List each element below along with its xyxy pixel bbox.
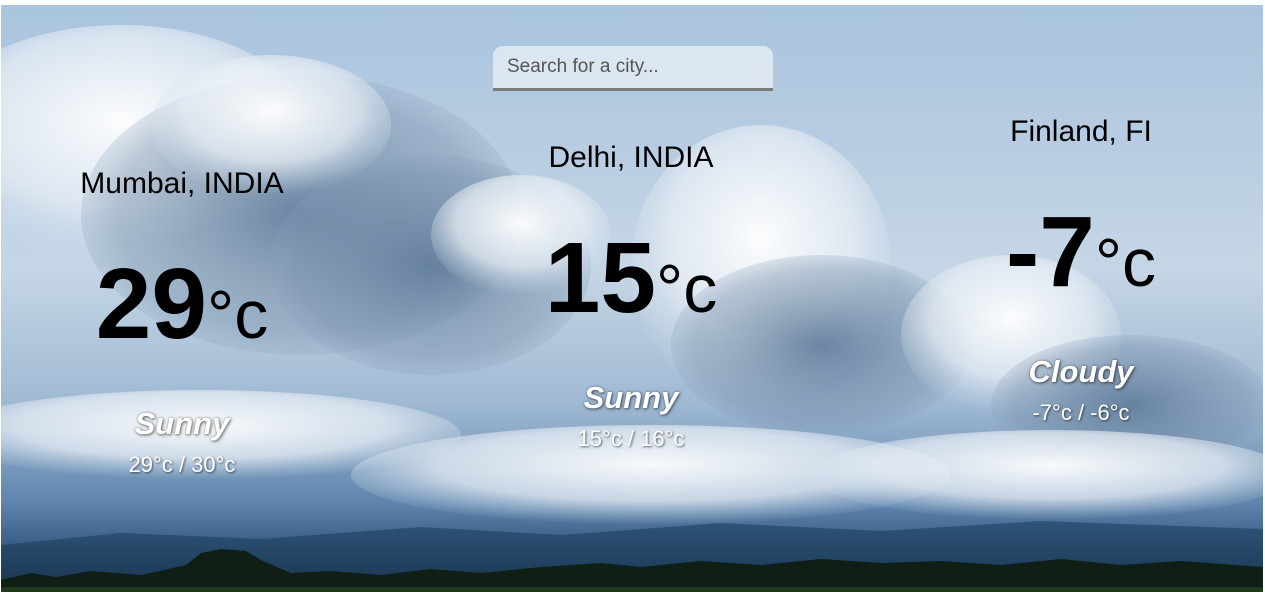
temperature-value: 15 [544,222,657,334]
weather-condition: Sunny [583,380,679,415]
weather-card-finland: Finland, FI -7°c Cloudy -7°c / -6°c [931,114,1231,426]
temperature-unit: °c [207,277,269,353]
weather-condition: Sunny [134,406,230,441]
city-name: Mumbai, INDIA [80,167,284,200]
city-name: Delhi, INDIA [548,141,714,174]
temperature-value: 29 [95,248,208,360]
city-search-input[interactable] [493,46,773,91]
weather-card-delhi: Delhi, INDIA 15°c Sunny 15°c / 16°c [481,140,781,452]
temperature-range: 15°c / 16°c [577,426,685,451]
temperature: 29°c [32,254,332,354]
temperature-range: -7°c / -6°c [1032,400,1130,425]
temperature-unit: °c [1094,225,1157,301]
city-name: Finland, FI [1010,115,1152,148]
temperature-value: -7 [1005,196,1095,308]
app-frame: Mumbai, INDIA 29°c Sunny 29°c / 30°c Del… [0,0,1265,592]
weather-card-mumbai: Mumbai, INDIA 29°c Sunny 29°c / 30°c [32,166,332,478]
temperature-unit: °c [656,251,718,327]
temperature: -7°c [931,202,1231,302]
temperature-range: 29°c / 30°c [128,452,236,477]
temperature: 15°c [481,228,781,328]
weather-condition: Cloudy [1028,354,1134,389]
